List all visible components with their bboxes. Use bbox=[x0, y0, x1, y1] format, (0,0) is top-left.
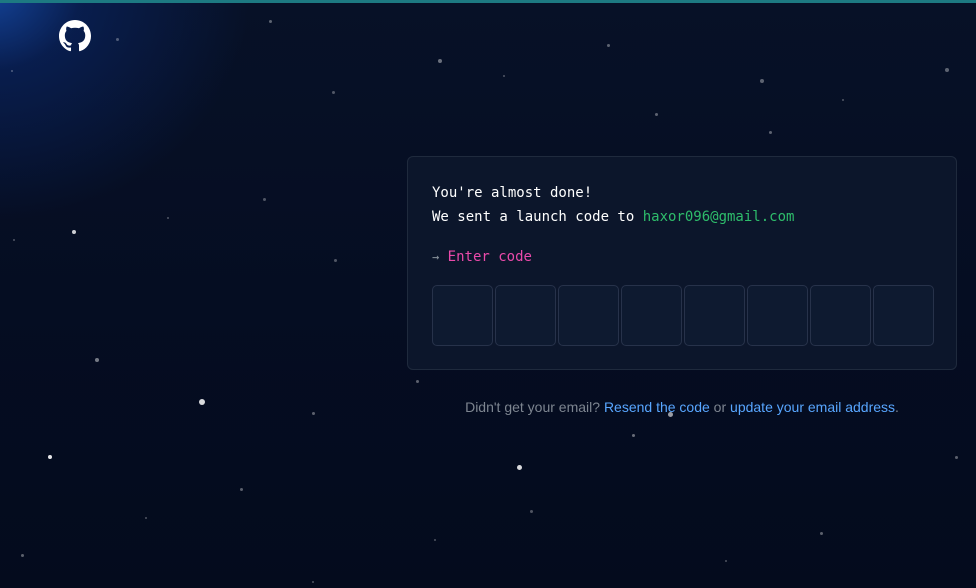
star bbox=[434, 539, 436, 541]
code-digit-input-8[interactable] bbox=[873, 285, 934, 346]
star bbox=[167, 217, 169, 219]
star bbox=[655, 113, 658, 116]
star bbox=[503, 75, 505, 77]
star bbox=[945, 68, 949, 72]
code-digit-input-3[interactable] bbox=[558, 285, 619, 346]
sent-code-message: We sent a launch code to haxor096@gmail.… bbox=[432, 209, 794, 225]
star bbox=[95, 358, 99, 362]
star bbox=[517, 465, 522, 470]
star bbox=[632, 434, 635, 437]
star bbox=[21, 554, 24, 557]
star bbox=[820, 532, 823, 535]
update-email-link[interactable]: update your email address bbox=[730, 399, 895, 415]
arrow-right-icon: → bbox=[432, 250, 440, 264]
star bbox=[72, 230, 76, 234]
star bbox=[48, 455, 52, 459]
resend-footer: Didn't get your email? Resend the code o… bbox=[407, 399, 957, 415]
code-digit-input-5[interactable] bbox=[684, 285, 745, 346]
code-digit-input-1[interactable] bbox=[432, 285, 493, 346]
resend-code-link[interactable]: Resend the code bbox=[604, 399, 710, 415]
code-digit-input-2[interactable] bbox=[495, 285, 556, 346]
footer-middle: or bbox=[709, 399, 731, 415]
signup-page: You're almost done! We sent a launch cod… bbox=[0, 0, 976, 588]
footer-prefix: Didn't get your email? bbox=[465, 399, 604, 415]
star bbox=[438, 59, 442, 63]
star bbox=[530, 510, 533, 513]
star bbox=[11, 70, 13, 72]
code-digit-input-4[interactable] bbox=[621, 285, 682, 346]
star bbox=[769, 131, 772, 134]
almost-done-heading: You're almost done! bbox=[432, 185, 593, 201]
star bbox=[332, 91, 335, 94]
enter-code-prompt: → Enter code bbox=[432, 249, 532, 265]
star bbox=[334, 259, 337, 262]
star bbox=[607, 44, 610, 47]
code-input-group bbox=[432, 285, 934, 346]
star bbox=[312, 581, 314, 583]
star bbox=[263, 198, 266, 201]
github-logo-icon[interactable] bbox=[59, 20, 91, 52]
user-email: haxor096@gmail.com bbox=[642, 209, 795, 225]
code-digit-input-6[interactable] bbox=[747, 285, 808, 346]
footer-suffix: . bbox=[895, 399, 899, 415]
star bbox=[145, 517, 147, 519]
star bbox=[13, 239, 15, 241]
star bbox=[269, 20, 272, 23]
star bbox=[955, 456, 958, 459]
star bbox=[240, 488, 243, 491]
star bbox=[725, 560, 727, 562]
star bbox=[842, 99, 844, 101]
star bbox=[312, 412, 315, 415]
enter-code-label: Enter code bbox=[447, 249, 532, 265]
launch-code-card: You're almost done! We sent a launch cod… bbox=[407, 156, 957, 370]
sent-code-prefix: We sent a launch code to bbox=[432, 209, 643, 225]
star bbox=[116, 38, 119, 41]
star bbox=[760, 79, 764, 83]
code-digit-input-7[interactable] bbox=[810, 285, 871, 346]
star bbox=[199, 399, 205, 405]
star bbox=[416, 380, 419, 383]
